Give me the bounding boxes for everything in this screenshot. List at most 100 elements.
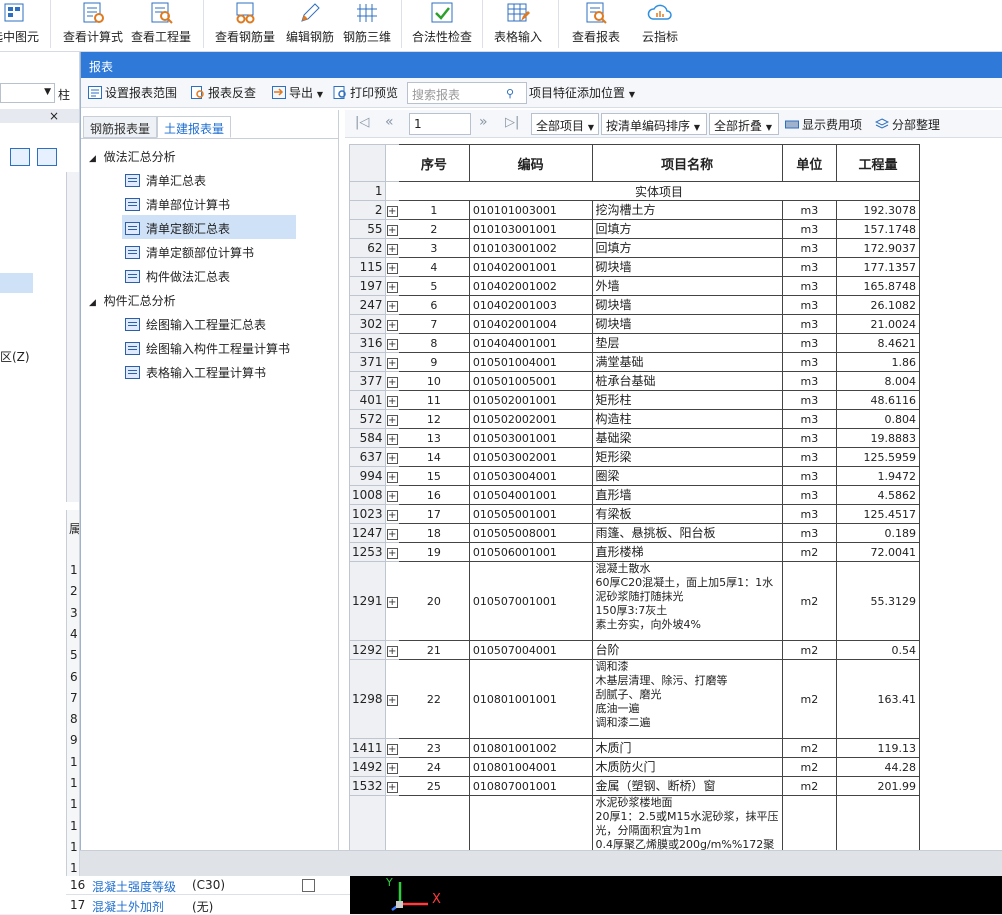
table-row[interactable]: 401 +11 010502001001 矩形柱 m3 48.6116: [349, 390, 920, 410]
rebar-3d-button[interactable]: 钢筋三维: [340, 0, 394, 52]
table-row[interactable]: 62 +3 010103001002 回填方 m3 172.9037: [349, 238, 920, 258]
table-row[interactable]: 572 +12 010502002001 构造柱 m3 0.804: [349, 409, 920, 429]
table-row[interactable]: 1532 +25 010807001001 金属（塑钢、断桥）窗 m2 201.99: [349, 776, 920, 796]
expand-plus-icon[interactable]: +: [386, 547, 398, 559]
expand-plus-icon[interactable]: +: [386, 205, 398, 217]
expand-plus-icon[interactable]: +: [386, 414, 398, 426]
expand-plus-icon[interactable]: +: [386, 338, 398, 350]
tab-rebar-report[interactable]: 钢筋报表量: [83, 116, 158, 138]
table-row[interactable]: 197 +5 010402001002 外墙 m3 165.8748: [349, 276, 920, 296]
expand-plus-icon[interactable]: +: [386, 395, 398, 407]
expand-plus-icon[interactable]: +: [386, 762, 398, 774]
expand-plus-icon[interactable]: +: [386, 596, 398, 608]
selected-tree-item[interactable]: [0, 273, 33, 293]
table-row[interactable]: 1247 +18 010505008001 雨篷、悬挑板、阳台板 m3 0.189: [349, 523, 920, 543]
next-page-icon[interactable]: »: [479, 114, 488, 130]
floor-combo[interactable]: ▼: [0, 83, 55, 103]
table-row[interactable]: 1298 +22 010801001001 调和漆 木基层清理、除污、打磨等 刮腻子、磨光…: [349, 659, 920, 739]
table-row[interactable]: 302 +7 010402001004 砌块墙 m3 21.0024: [349, 314, 920, 334]
edit-rebar-button[interactable]: 编辑钢筋: [282, 0, 338, 52]
tree-item-bill-summary[interactable]: 清单汇总表: [125, 172, 206, 189]
tree-item-table-input-calc[interactable]: 表格输入工程量计算书: [125, 364, 266, 381]
table-row[interactable]: 994 +15 010503004001 圈梁 m3 1.9472: [349, 466, 920, 486]
print-preview-button[interactable]: 打印预览: [333, 84, 398, 101]
table-row[interactable]: 316 +8 010404001001 垫层 m3 8.4621: [349, 333, 920, 353]
collapse-triangle-icon[interactable]: ◢: [89, 154, 96, 164]
validity-check-button[interactable]: 合法性检查: [408, 0, 476, 52]
first-page-icon[interactable]: |◁: [355, 115, 369, 130]
last-page-icon[interactable]: ▷|: [505, 115, 519, 130]
feature-position-dropdown[interactable]: 项目特征添加位置 ▼: [529, 84, 635, 101]
fold-dropdown[interactable]: 全部折叠 ▼: [709, 113, 779, 135]
arrange-button[interactable]: 分部整理: [875, 116, 940, 133]
view-formula-button[interactable]: 查看计算式: [60, 0, 126, 52]
tree-item-bill-location-calc[interactable]: 清单部位计算书: [125, 196, 230, 213]
table-row[interactable]: 1291 +20 010507001001 混凝土散水 60厚C20混凝土，面上加5厚1…: [349, 561, 920, 641]
table-row[interactable]: 1008 +16 010504001001 直形墙 m3 4.5862: [349, 485, 920, 505]
expand-plus-icon[interactable]: +: [386, 281, 398, 293]
scrollbar[interactable]: [66, 172, 79, 502]
table-row[interactable]: 1292 +21 010507004001 台阶 m2 0.54: [349, 640, 920, 660]
collapse-triangle-icon[interactable]: ◢: [89, 298, 96, 308]
view-rebar-button[interactable]: 查看钢筋量: [210, 0, 280, 52]
expand-plus-icon[interactable]: +: [386, 509, 398, 521]
expand-plus-icon[interactable]: +: [386, 743, 398, 755]
expand-plus-icon[interactable]: +: [386, 471, 398, 483]
table-row[interactable]: 水泥砂浆楼地面 20厚1：2.5或M15水泥砂浆，抹平压 光，分隔面积宜为1m 0.4…: [349, 795, 920, 852]
expand-plus-icon[interactable]: +: [386, 319, 398, 331]
view-report-button[interactable]: 查看报表: [566, 0, 626, 52]
table-row[interactable]: 115 +4 010402001001 砌块墙 m3 177.1357: [349, 257, 920, 277]
project-filter-dropdown[interactable]: 全部项目 ▼: [531, 113, 599, 135]
expand-plus-icon[interactable]: +: [386, 376, 398, 388]
report-check-button[interactable]: 报表反查: [191, 84, 256, 101]
expand-plus-icon[interactable]: +: [386, 243, 398, 255]
table-row[interactable]: 55 +2 010103001001 回填方 m3 157.1748: [349, 219, 920, 239]
expand-plus-icon[interactable]: +: [386, 224, 398, 236]
show-cost-button[interactable]: 显示费用项: [785, 116, 862, 133]
tree-item-bill-quota-summary[interactable]: 清单定额汇总表: [125, 220, 230, 237]
set-range-button[interactable]: 设置报表范围: [88, 84, 177, 101]
select-element-button[interactable]: 选中图元: [0, 0, 46, 52]
tree-item-drawing-component-calc[interactable]: 绘图输入构件工程量计算书: [125, 340, 290, 357]
3d-viewport[interactable]: Y X: [350, 876, 1002, 914]
expand-plus-icon[interactable]: +: [386, 490, 398, 502]
list-view-icon[interactable]: [10, 148, 30, 166]
search-icon[interactable]: ⚲: [506, 87, 514, 100]
detail-view-icon[interactable]: [37, 148, 57, 166]
table-input-button[interactable]: 表格输入: [488, 0, 548, 52]
expand-plus-icon[interactable]: +: [386, 300, 398, 312]
table-row[interactable]: 1023 +17 010505001001 有梁板 m3 125.4517: [349, 504, 920, 524]
tree-group-method-summary[interactable]: ◢ 做法汇总分析: [89, 148, 176, 165]
expand-plus-icon[interactable]: +: [386, 452, 398, 464]
prop-checkbox[interactable]: [302, 879, 315, 892]
table-row[interactable]: 1411 +23 010801001002 木质门 m2 119.13: [349, 738, 920, 758]
prop-row[interactable]: 17 混凝土外加剂 (无): [66, 896, 350, 914]
prop-row[interactable]: 16 混凝土强度等级 (C30): [66, 876, 350, 895]
table-row[interactable]: 371 +9 010501004001 满堂基础 m3 1.86: [349, 352, 920, 372]
table-row[interactable]: 1253 +19 010506001001 直形楼梯 m2 72.0041: [349, 542, 920, 562]
view-quantity-button[interactable]: 查看工程量: [128, 0, 194, 52]
expand-plus-icon[interactable]: +: [386, 781, 398, 793]
table-row[interactable]: 377 +10 010501005001 桩承台基础 m3 8.004: [349, 371, 920, 391]
expand-plus-icon[interactable]: +: [386, 694, 398, 706]
expand-plus-icon[interactable]: +: [386, 357, 398, 369]
tab-civil-report[interactable]: 土建报表量: [157, 116, 232, 138]
close-icon[interactable]: ×: [49, 109, 59, 123]
table-row[interactable]: 637 +14 010503002001 矩形梁 m3 125.5959: [349, 447, 920, 467]
export-button[interactable]: 导出 ▼: [272, 84, 323, 101]
table-row[interactable]: 584 +13 010503001001 基础梁 m3 19.8883: [349, 428, 920, 448]
expand-plus-icon[interactable]: +: [386, 262, 398, 274]
table-row[interactable]: 1492 +24 010801004001 木质防火门 m2 44.28: [349, 757, 920, 777]
prev-page-icon[interactable]: «: [385, 114, 394, 130]
expand-plus-icon[interactable]: +: [386, 645, 398, 657]
tree-item-bill-quota-location-calc[interactable]: 清单定额部位计算书: [125, 244, 254, 261]
table-row[interactable]: 2 +1 010101003001 挖沟槽土方 m3 192.3078: [349, 200, 920, 220]
tree-item-drawing-quantity-summary[interactable]: 绘图输入工程量汇总表: [125, 316, 266, 333]
expand-plus-icon[interactable]: +: [386, 528, 398, 540]
expand-plus-icon[interactable]: +: [386, 433, 398, 445]
cloud-index-button[interactable]: 云指标: [634, 0, 686, 52]
table-row[interactable]: 247 +6 010402001003 砌块墙 m3 26.1082: [349, 295, 920, 315]
tree-item-component-method-summary[interactable]: 构件做法汇总表: [125, 268, 230, 285]
sort-dropdown[interactable]: 按清单编码排序 ▼: [601, 113, 707, 135]
tree-group-component-summary[interactable]: ◢ 构件汇总分析: [89, 292, 176, 309]
